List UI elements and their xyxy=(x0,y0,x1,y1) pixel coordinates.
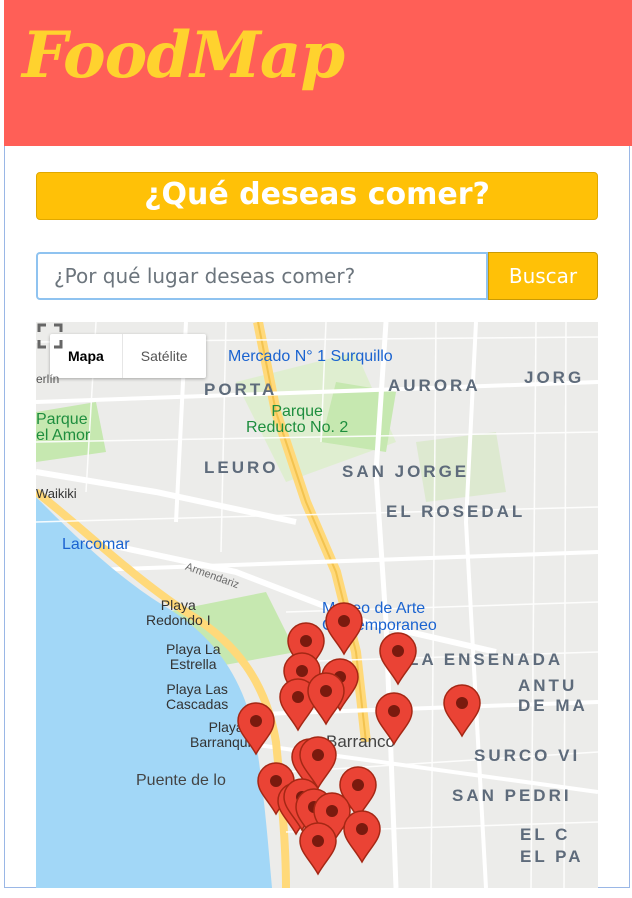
label-parque-amor: Parque el Amor xyxy=(36,411,91,444)
label-surco: SURCO VI xyxy=(474,746,581,765)
page-title: ¿Qué deseas comer? xyxy=(36,172,598,220)
label-waikiki: Waikiki xyxy=(36,486,77,501)
fullscreen-icon[interactable] xyxy=(36,322,64,350)
search-button[interactable]: Buscar xyxy=(488,252,598,300)
label-san-pedro: SAN PEDRI xyxy=(452,786,572,805)
label-aurora: AURORA xyxy=(388,376,481,395)
map-pin-icon[interactable] xyxy=(298,822,338,876)
map-pin-icon[interactable] xyxy=(374,692,414,746)
map-pin-icon[interactable] xyxy=(342,810,382,864)
search-input[interactable] xyxy=(36,252,488,300)
label-puente: Puente de lo xyxy=(136,772,226,789)
map-view[interactable]: Mapa Satélite Mercado N° 1 Surquillo POR… xyxy=(36,322,598,888)
label-redondo: Playa Redondo I xyxy=(146,597,211,628)
label-leuro: LEURO xyxy=(204,458,279,477)
label-ensenada: LA ENSENADA xyxy=(408,650,564,669)
map-pin-icon[interactable] xyxy=(236,702,276,756)
map-type-control: Mapa Satélite xyxy=(50,334,206,378)
label-larcomar: Larcomar xyxy=(62,536,130,553)
map-type-satellite-button[interactable]: Satélite xyxy=(121,334,206,378)
app-header: FoodMap xyxy=(4,0,632,146)
map-pin-icon[interactable] xyxy=(324,602,364,656)
label-porta: PORTA xyxy=(204,380,278,399)
map-pin-icon[interactable] xyxy=(442,684,482,738)
label-erlin: erlín xyxy=(36,372,60,386)
label-cascadas: Playa Las Cascadas xyxy=(166,681,229,712)
label-el-rosedal: EL ROSEDAL xyxy=(386,502,526,521)
label-mercado: Mercado N° 1 Surquillo xyxy=(228,348,393,365)
label-el-c: EL C EL PA xyxy=(520,825,584,866)
label-antu: ANTU DE MA xyxy=(518,676,588,715)
label-jorge: JORG xyxy=(524,368,585,387)
app-logo: FoodMap xyxy=(22,18,345,93)
map-pin-icon[interactable] xyxy=(378,632,418,686)
label-reducto: Parque Reducto No. 2 xyxy=(246,403,349,436)
label-san-jorge: SAN JORGE xyxy=(342,462,470,481)
map-pin-icon[interactable] xyxy=(306,672,346,726)
label-estrella: Playa La Estrella xyxy=(166,641,221,672)
